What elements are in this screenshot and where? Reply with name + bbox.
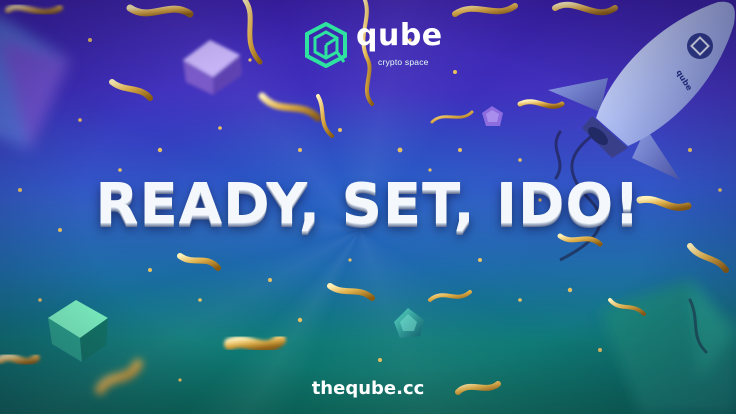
qube-logo: qube crypto space	[304, 18, 444, 72]
qube-cube-logo-icon	[305, 22, 347, 68]
website-link[interactable]: theqube.cc	[0, 378, 736, 399]
banner: qube crypto space READY, SET, IDO! thequ…	[0, 0, 736, 414]
brand-tagline: crypto space	[378, 57, 429, 67]
headline: READY, SET, IDO!	[95, 172, 641, 237]
brand-name: qube	[356, 18, 443, 53]
